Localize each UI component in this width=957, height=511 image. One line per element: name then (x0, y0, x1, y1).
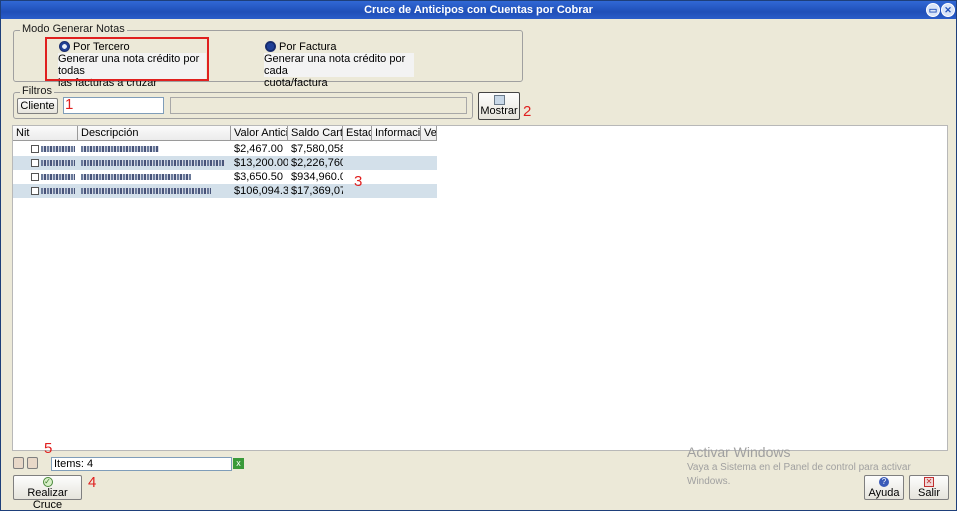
ayuda-button[interactable]: ? Ayuda (864, 475, 904, 500)
por-factura-desc-line2: cuota/factura (264, 77, 328, 89)
annotation-1: 1 (65, 96, 74, 113)
nit-cell-redacted (41, 184, 77, 198)
watermark-line1: Vaya a Sistema en el Panel de control pa… (687, 462, 911, 473)
check-icon: ✓ (42, 477, 53, 487)
watermark-line2: Windows. (687, 476, 731, 487)
salir-label: Salir (917, 487, 940, 499)
row-checkbox[interactable] (31, 187, 39, 195)
saldo-cartera-cell: $7,580,058.00 (291, 143, 343, 155)
title-bar: Cruce de Anticipos con Cuentas por Cobra… (1, 1, 956, 19)
descripcion-cell-redacted (81, 142, 229, 156)
col-descripcion[interactable]: Descripción (78, 126, 231, 141)
row-checkbox[interactable] (31, 145, 39, 153)
table-row[interactable]: $106,094.37 $17,369,073.... (13, 184, 437, 198)
col-ver[interactable]: Ver (421, 126, 437, 141)
por-factura-radio[interactable] (265, 41, 276, 52)
valor-anticipo-cell: $3,650.50 (234, 171, 283, 183)
annotation-3: 3 (354, 173, 363, 190)
cliente-button[interactable]: Cliente (17, 98, 58, 114)
col-estado[interactable]: Estado (343, 126, 372, 141)
descripcion-cell-redacted (81, 170, 229, 184)
mostrar-label: Mostrar (480, 105, 518, 117)
por-factura-desc-line1: Generar una nota crédito por cada (264, 53, 406, 77)
table-row[interactable]: $3,650.50 $934,960.00 (13, 170, 437, 184)
main-window: Cruce de Anticipos con Cuentas por Cobra… (0, 0, 957, 511)
por-factura-description: Generar una nota crédito por cada cuota/… (264, 53, 414, 89)
table-row[interactable]: $13,200.00 $2,226,760.00 (13, 156, 437, 170)
magnifier-icon (493, 95, 505, 105)
saldo-cartera-cell: $2,226,760.00 (291, 157, 343, 169)
annotation-highlight-box (45, 37, 209, 81)
annotation-2: 2 (523, 103, 532, 120)
excel-export-icon[interactable]: x (233, 458, 244, 469)
realizar-cruce-label: Realizar Cruce (27, 487, 68, 511)
col-saldo-cartera[interactable]: Saldo Cartera (288, 126, 343, 141)
close-icon[interactable]: ✕ (941, 3, 955, 17)
row-checkbox[interactable] (31, 159, 39, 167)
realizar-cruce-button[interactable]: ✓ Realizar Cruce (13, 475, 82, 511)
help-icon: ? (879, 477, 889, 487)
cliente-code-input[interactable] (63, 97, 164, 114)
valor-anticipo-cell: $2,467.00 (234, 143, 283, 155)
cliente-name-field (170, 97, 467, 114)
por-factura-label: Por Factura (279, 41, 337, 53)
table-row[interactable]: $2,467.00 $7,580,058.00 (13, 142, 437, 156)
nit-cell-redacted (41, 156, 77, 170)
col-nit[interactable]: Nit (13, 126, 78, 141)
col-informacion[interactable]: Información (372, 126, 421, 141)
filtros-legend: Filtros (20, 85, 54, 97)
descripcion-cell-redacted (81, 184, 229, 198)
modo-legend: Modo Generar Notas (20, 23, 127, 35)
mostrar-button[interactable]: Mostrar (478, 92, 520, 120)
annotation-5: 5 (44, 440, 53, 457)
window-title: Cruce de Anticipos con Cuentas por Cobra… (364, 4, 593, 16)
valor-anticipo-cell: $13,200.00 (234, 157, 288, 169)
grid-header: Nit Descripción Valor Anticipo Saldo Car… (13, 126, 437, 141)
salir-button[interactable]: ✕ Salir (909, 475, 949, 500)
items-count-field: Items: 4 (51, 457, 232, 471)
data-grid[interactable]: Nit Descripción Valor Anticipo Saldo Car… (12, 125, 948, 451)
nit-cell-redacted (41, 170, 77, 184)
nit-cell-redacted (41, 142, 77, 156)
exit-icon: ✕ (924, 477, 934, 487)
descripcion-cell-redacted (81, 156, 229, 170)
restore-icon[interactable]: ▭ (926, 3, 940, 17)
saldo-cartera-cell: $934,960.00 (291, 171, 343, 183)
watermark-title: Activar Windows (687, 444, 791, 460)
collapse-rows-icon[interactable] (27, 457, 38, 469)
col-valor-anticipo[interactable]: Valor Anticipo (231, 126, 288, 141)
valor-anticipo-cell: $106,094.37 (234, 185, 288, 197)
row-checkbox[interactable] (31, 173, 39, 181)
ayuda-label: Ayuda (868, 487, 900, 499)
expand-rows-icon[interactable] (13, 457, 24, 469)
annotation-4: 4 (88, 474, 97, 491)
saldo-cartera-cell: $17,369,073.... (291, 185, 343, 197)
